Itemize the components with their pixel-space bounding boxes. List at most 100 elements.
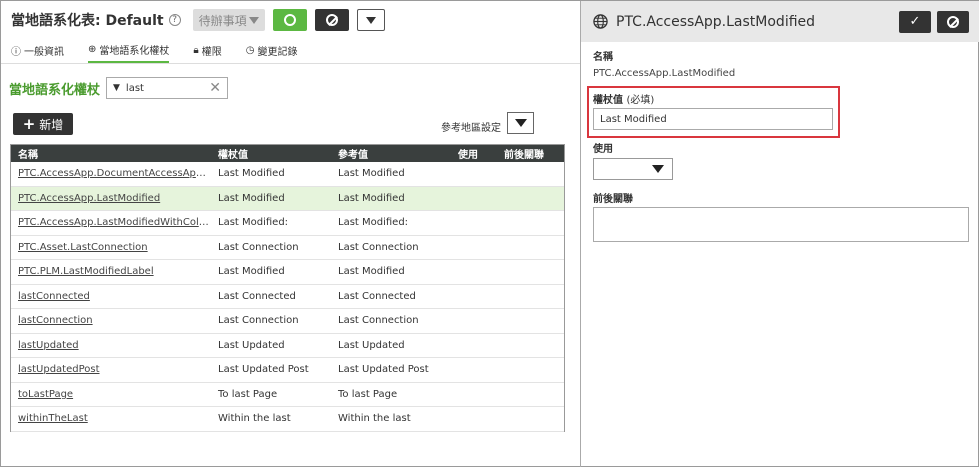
clock-icon: ◷	[245, 44, 255, 56]
circle-icon	[283, 14, 296, 26]
filter-input[interactable]: ▼ last ✕	[106, 77, 228, 99]
confirm-button[interactable]: ✓	[899, 10, 931, 33]
clear-icon[interactable]: ✕	[209, 80, 221, 96]
reference-locale-select[interactable]	[507, 112, 534, 134]
left-pane: 當地語系化表: Default ? 待辦事項 ⓘ 一般資訊 ⊕ 當地語系化權杖 …	[1, 1, 581, 467]
row-token-value: To last Page	[218, 388, 278, 400]
lock-icon: 🔒︎	[193, 44, 199, 56]
row-reference-value: Last Modified:	[338, 217, 409, 229]
table-row[interactable]: lastConnection Last Connection Last Connec…	[11, 309, 564, 334]
col-token-value[interactable]: 權杖值	[211, 146, 331, 161]
row-reference-value: Last Updated Post	[338, 364, 429, 376]
row-token-value: Last Modified	[218, 266, 285, 278]
row-name-link[interactable]: PTC.Asset.LastConnection	[11, 242, 211, 253]
row-reference-value: Last Connection	[338, 241, 419, 253]
apply-button[interactable]	[272, 9, 307, 31]
tab-general-info[interactable]: ⓘ 一般資訊	[11, 41, 64, 59]
globe-icon: ⊕	[88, 43, 97, 55]
status-select[interactable]: 待辦事項	[192, 9, 265, 31]
chevron-down-icon	[514, 119, 527, 127]
row-name-link[interactable]: PTC.AccessApp.DocumentAccessApp.A...	[11, 168, 211, 179]
plus-icon: +	[22, 115, 36, 133]
usage-select[interactable]	[593, 158, 673, 180]
table-row[interactable]: PTC.AccessApp.DocumentAccessApp.A... Last…	[11, 162, 564, 187]
table-row[interactable]: PTC.AccessApp.LastModifiedWithColon Last …	[11, 211, 564, 236]
row-token-value: Last Connection	[218, 241, 299, 253]
table-row[interactable]: lastConnected Last Connected Last Connecte…	[11, 285, 564, 309]
row-name-link[interactable]: toLastPage	[11, 389, 211, 400]
chevron-down-icon	[248, 16, 259, 24]
tab-localization-tokens[interactable]: ⊕ 當地語系化權杖	[88, 41, 170, 63]
row-name-link[interactable]: PTC.AccessApp.LastModified	[11, 193, 211, 204]
tab-label: 當地語系化權杖	[99, 45, 170, 57]
more-actions-button[interactable]	[356, 9, 385, 31]
ban-icon	[325, 14, 338, 26]
table-row[interactable]: PTC.AccessApp.LastModified Last Modified L…	[11, 186, 564, 211]
tab-bar: ⓘ 一般資訊 ⊕ 當地語系化權杖 🔒︎ 權限 ◷ 變更記錄	[11, 41, 321, 63]
col-reference-value[interactable]: 參考值	[331, 146, 451, 161]
tokens-table: 名稱 權杖值 參考值 使用 前後關聯 PTC.AccessApp.Documen…	[10, 144, 565, 432]
row-name-link[interactable]: lastUpdatedPost	[11, 364, 211, 375]
section-title: 當地語系化權杖	[9, 83, 101, 98]
globe-icon	[593, 14, 608, 29]
tab-label: 權限	[201, 46, 222, 58]
row-reference-value: Last Connection	[338, 315, 419, 327]
context-textarea[interactable]	[593, 207, 969, 242]
ban-icon	[947, 15, 959, 28]
row-name-link[interactable]: PTC.PLM.LastModifiedLabel	[11, 266, 211, 277]
tab-permissions[interactable]: 🔒︎ 權限	[193, 41, 221, 59]
header-bar: 當地語系化表: Default ? 待辦事項	[11, 8, 385, 32]
row-reference-value: Last Modified	[338, 266, 405, 278]
tab-label: 變更記錄	[257, 46, 298, 58]
col-context[interactable]: 前後關聯	[497, 146, 557, 161]
page-title: 當地語系化表: Default	[11, 13, 164, 29]
row-name-link[interactable]: PTC.AccessApp.LastModifiedWithColon	[11, 217, 211, 228]
row-reference-value: Last Modified	[338, 192, 405, 204]
table-row[interactable]: withinTheLast Within the last Within the l…	[11, 407, 564, 432]
cancel-detail-button[interactable]	[937, 10, 969, 33]
table-row[interactable]: PTC.PLM.LastModifiedLabel Last Modified La…	[11, 260, 564, 285]
chevron-down-icon	[365, 16, 376, 24]
tab-change-history[interactable]: ◷ 變更記錄	[246, 41, 298, 59]
row-token-value: Last Modified:	[218, 217, 289, 229]
add-label: 新增	[39, 117, 64, 132]
add-button[interactable]: + 新增	[13, 113, 73, 135]
detail-pane: PTC.AccessApp.LastModified ✓ 名稱 PTC.Acce…	[581, 1, 979, 467]
name-value: PTC.AccessApp.LastModified	[593, 68, 736, 79]
table-row[interactable]: lastUpdatedPost Last Updated Post Last Upd…	[11, 358, 564, 383]
status-value: 待辦事項	[198, 13, 247, 28]
app-window: 當地語系化表: Default ? 待辦事項 ⓘ 一般資訊 ⊕ 當地語系化權杖 …	[0, 0, 979, 467]
row-name-link[interactable]: lastConnection	[11, 315, 211, 326]
table-row[interactable]: PTC.Asset.LastConnection Last Connection L…	[11, 236, 564, 260]
row-token-value: Last Connection	[218, 315, 299, 327]
token-value-input[interactable]: Last Modified	[593, 108, 833, 130]
row-name-link[interactable]: lastConnected	[11, 291, 211, 302]
row-token-value: Last Modified	[218, 168, 285, 180]
table-header: 名稱 權杖值 參考值 使用 前後關聯	[11, 145, 564, 162]
name-label: 名稱	[593, 52, 613, 63]
row-name-link[interactable]: lastUpdated	[11, 340, 211, 351]
chevron-down-icon	[652, 165, 664, 173]
info-circle-icon: ⓘ	[11, 46, 21, 58]
table-row[interactable]: toLastPage To last Page To last Page	[11, 383, 564, 407]
detail-header: PTC.AccessApp.LastModified ✓	[581, 1, 979, 42]
row-reference-value: To last Page	[338, 388, 398, 400]
row-name-link[interactable]: withinTheLast	[11, 413, 211, 424]
row-reference-value: Within the last	[338, 413, 411, 425]
cancel-button[interactable]	[314, 9, 349, 31]
usage-label: 使用	[593, 144, 613, 155]
tab-label: 一般資訊	[24, 46, 64, 58]
row-reference-value: Last Updated	[338, 339, 405, 351]
row-token-value: Last Modified	[218, 192, 285, 204]
table-row[interactable]: lastUpdated Last Updated Last Updated	[11, 334, 564, 358]
col-name[interactable]: 名稱	[11, 146, 211, 161]
filter-value: last	[125, 82, 144, 94]
col-usage[interactable]: 使用	[451, 146, 497, 161]
tab-divider	[1, 63, 580, 64]
help-icon[interactable]: ?	[168, 14, 181, 26]
context-label: 前後關聯	[593, 194, 633, 205]
row-reference-value: Last Modified	[338, 168, 405, 180]
check-icon: ✓	[909, 14, 921, 29]
row-token-value: Last Connected	[218, 290, 296, 302]
filter-icon: ▼	[113, 83, 120, 93]
